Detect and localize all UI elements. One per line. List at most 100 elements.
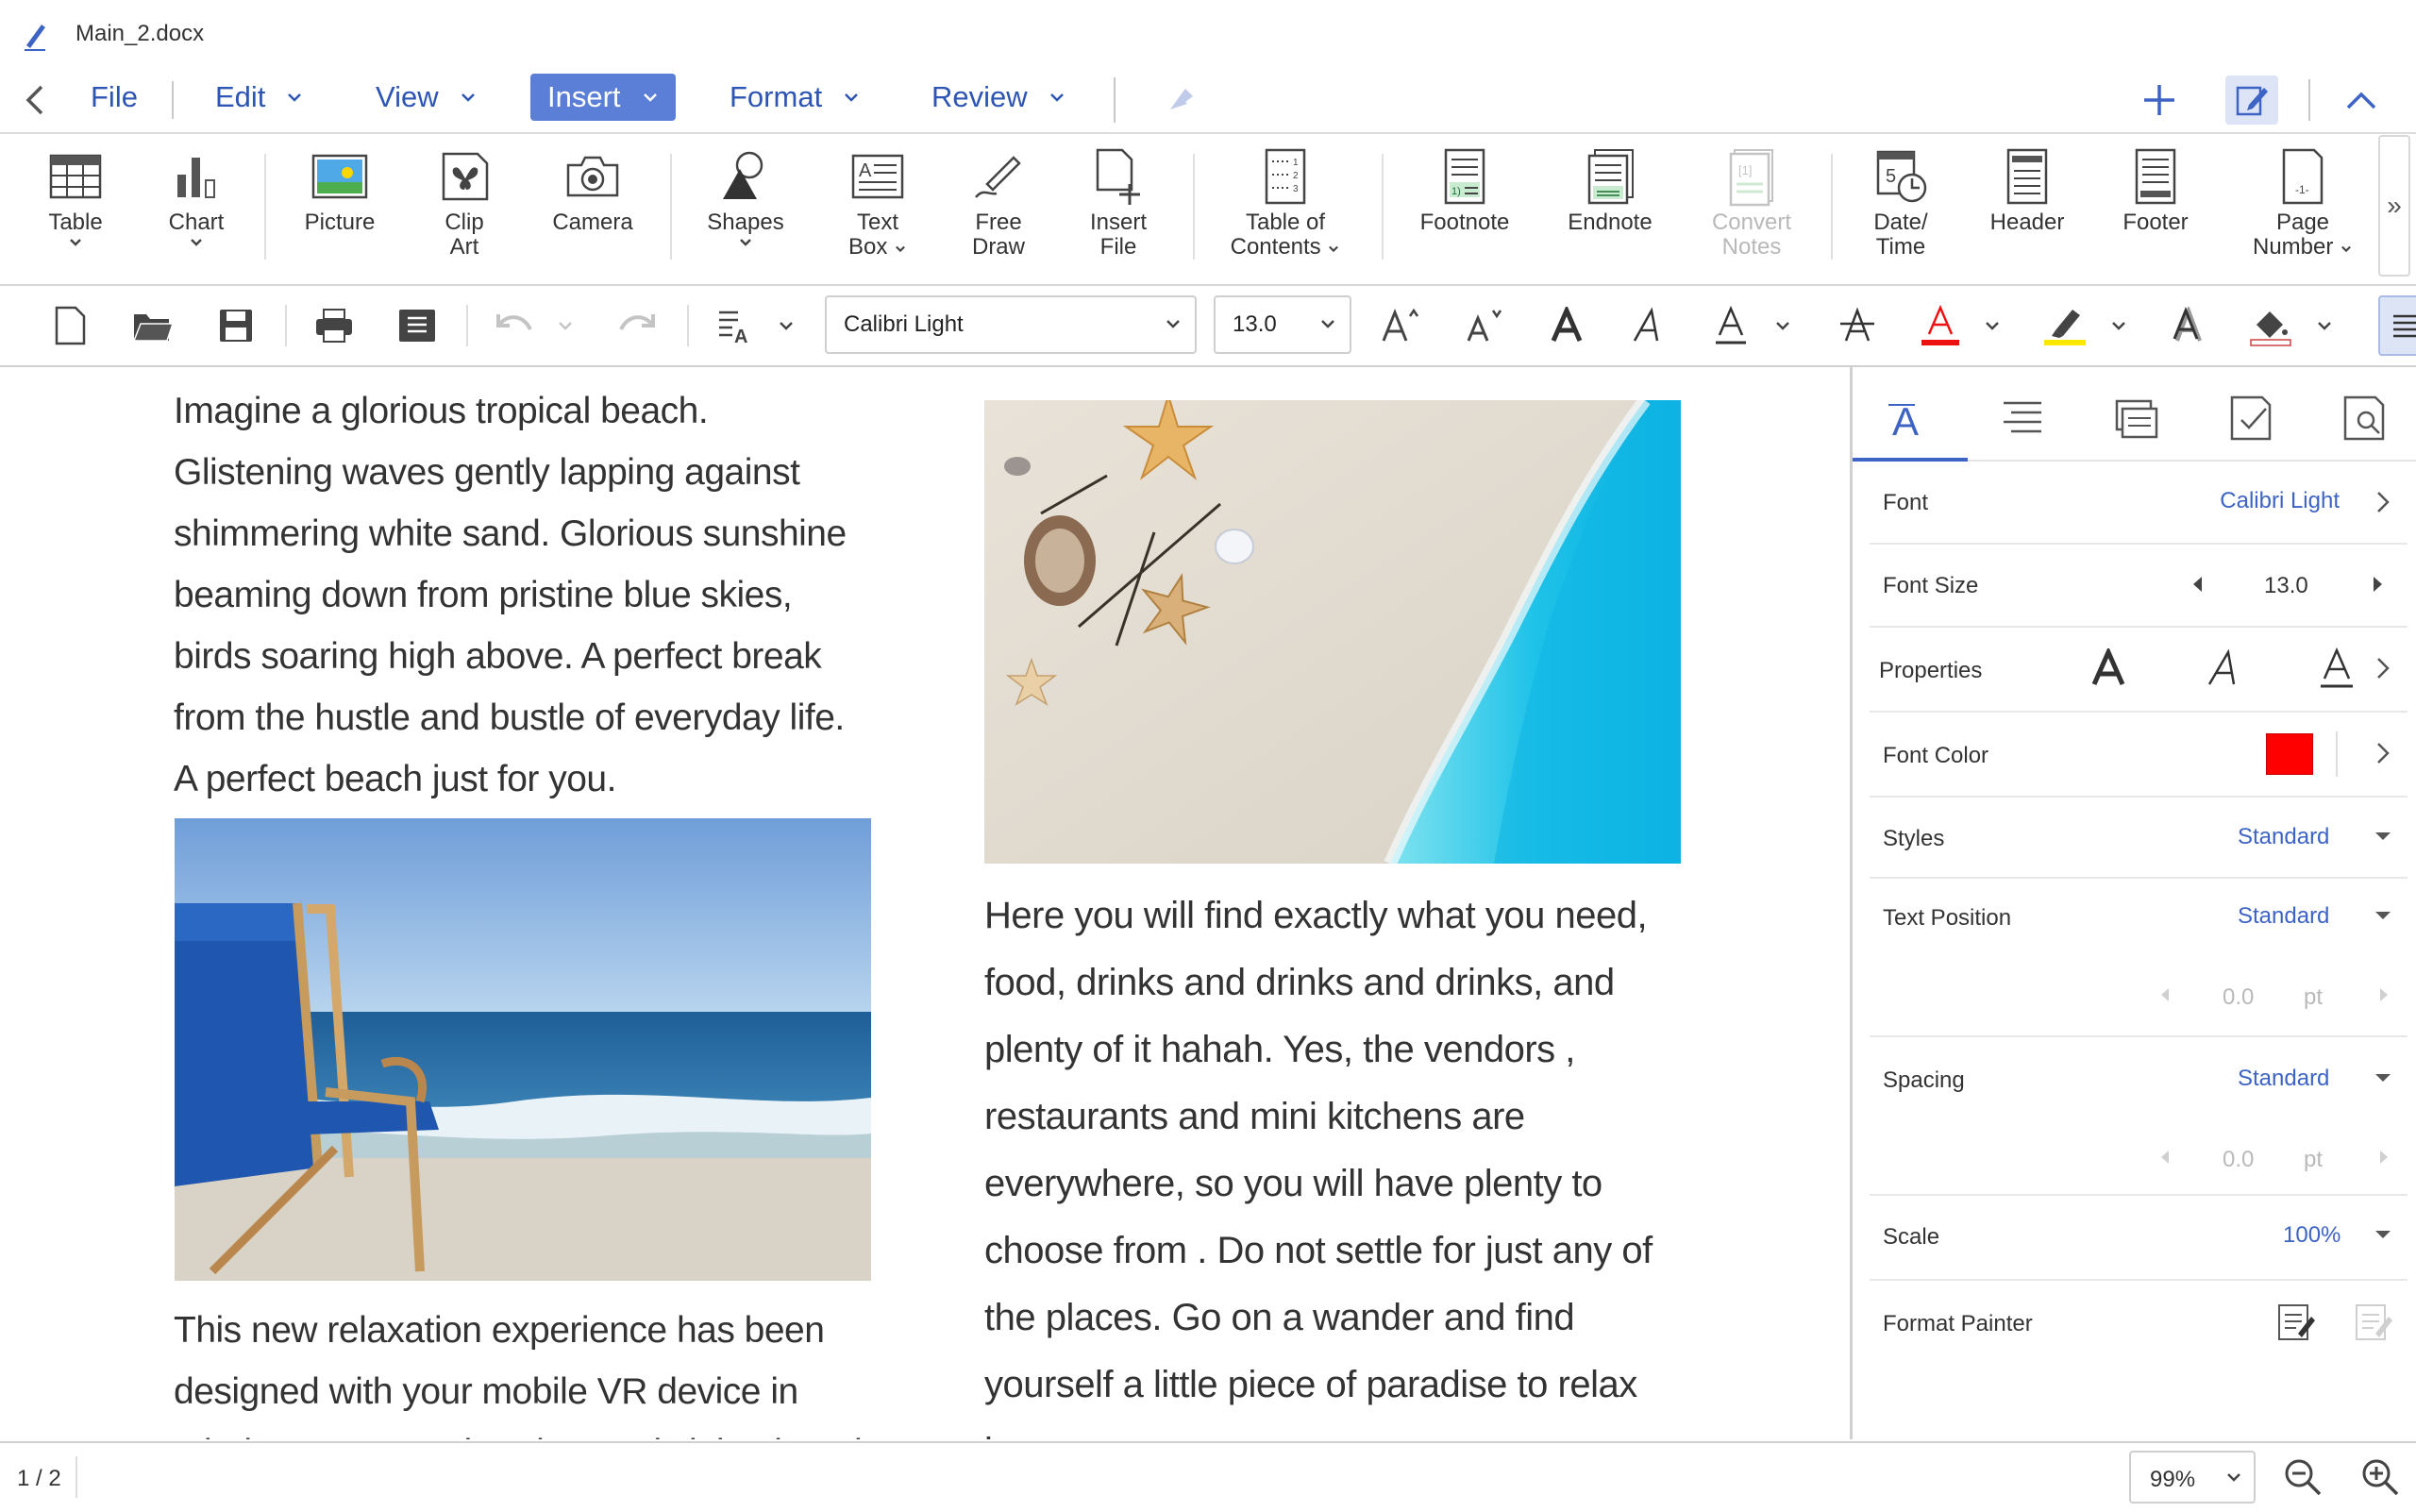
menu-file[interactable]: File	[91, 74, 138, 121]
new-document-button[interactable]	[43, 299, 96, 352]
font-size-value[interactable]: 13.0	[2264, 573, 2308, 599]
edit-mode-button[interactable]	[2225, 76, 2278, 125]
ribbon-more-button[interactable]: »	[2378, 135, 2410, 277]
font-color-swatch[interactable]	[2266, 733, 2313, 775]
insert-file-button[interactable]: Insert File	[1081, 146, 1156, 260]
menu-insert[interactable]: Insert	[530, 74, 676, 121]
increase-icon[interactable]	[2375, 984, 2392, 1005]
paragraph-tab-icon[interactable]	[1992, 388, 2053, 448]
font-size-select[interactable]: 13.0	[1214, 295, 1351, 354]
text-position-number: 0.0	[2223, 984, 2255, 1010]
zoom-in-icon[interactable]	[2359, 1456, 2401, 1498]
date-time-button[interactable]: 5 Date/ Time	[1863, 146, 1938, 260]
bold-icon[interactable]	[2089, 648, 2128, 688]
panel-toggle-button[interactable]	[2378, 295, 2416, 356]
free-draw-button[interactable]: Free Draw	[961, 146, 1036, 260]
insert-table-button[interactable]: Table	[42, 146, 109, 248]
insert-chart-button[interactable]: Chart	[162, 146, 230, 248]
scale-row[interactable]: Scale 100%	[1870, 1196, 2408, 1281]
bold-button[interactable]	[1540, 299, 1593, 352]
zoom-out-icon[interactable]	[2282, 1456, 2324, 1498]
beach-starfish-image[interactable]	[984, 400, 1681, 864]
insert-clip-art-button[interactable]: Clip Art	[430, 146, 498, 260]
spacing-value[interactable]: Standard	[2238, 1066, 2329, 1092]
chevron-right-icon[interactable]	[2372, 741, 2394, 765]
toc-label-1: Table of	[1245, 210, 1326, 235]
footer-button[interactable]: Footer	[2114, 146, 2197, 235]
highlight-button[interactable]	[2038, 299, 2091, 352]
beach-chair-image[interactable]	[175, 818, 871, 1281]
back-arrow-icon[interactable]	[17, 81, 55, 119]
convert-notes-button[interactable]: [1] Convert Notes	[1703, 146, 1801, 260]
underline-chevron-icon[interactable]	[1774, 320, 1791, 333]
insert-camera-button[interactable]: Camera	[549, 146, 636, 235]
font-family-select[interactable]: Calibri Light	[825, 295, 1197, 354]
font-row[interactable]: Font Calibri Light	[1870, 463, 2408, 545]
increase-icon[interactable]	[2375, 1147, 2392, 1168]
format-painter-apply-icon[interactable]	[2353, 1302, 2394, 1343]
zoom-select[interactable]: 99%	[2129, 1451, 2256, 1504]
menu-review-label: Review	[931, 80, 1028, 113]
insert-picture-button[interactable]: Picture	[302, 146, 378, 235]
table-of-contents-button[interactable]: 1 2 3 Table of Contents	[1227, 146, 1344, 260]
open-button[interactable]	[126, 299, 179, 352]
menu-view[interactable]: View	[376, 74, 477, 121]
header-button[interactable]: Header	[1986, 146, 2069, 235]
decrease-size-icon[interactable]	[2189, 573, 2207, 596]
dropdown-arrow-icon[interactable]	[2372, 907, 2394, 924]
fill-color-button[interactable]	[2244, 299, 2297, 352]
save-button[interactable]	[210, 299, 262, 352]
fill-color-chevron-icon[interactable]	[2316, 320, 2333, 333]
review-tab-icon[interactable]	[2221, 388, 2281, 448]
plus-icon[interactable]	[2140, 81, 2178, 119]
pin-icon[interactable]	[1163, 83, 1197, 117]
paragraph-vr[interactable]: This new relaxation experience has been …	[174, 1300, 872, 1439]
font-color-label: Font Color	[1883, 743, 1989, 768]
collapse-ribbon-icon[interactable]	[2342, 81, 2380, 119]
decrease-icon[interactable]	[2156, 984, 2173, 1005]
document-canvas[interactable]: Imagine a glorious tropical beach. Glist…	[0, 367, 1848, 1439]
text-position-value[interactable]: Standard	[2238, 903, 2329, 930]
text-effect-button[interactable]	[2161, 299, 2214, 352]
font-color-chevron-icon[interactable]	[1984, 320, 2001, 333]
italic-icon[interactable]	[2204, 648, 2243, 688]
menu-format[interactable]: Format	[730, 74, 860, 121]
page-view-button[interactable]	[391, 299, 444, 352]
decrease-icon[interactable]	[2156, 1147, 2173, 1168]
find-tab-icon[interactable]	[2334, 388, 2394, 448]
page-number-button[interactable]: -1- Page Number	[2250, 146, 2356, 260]
footnote-button[interactable]: 1) Footnote	[1416, 146, 1514, 235]
paragraph-intro[interactable]: Imagine a glorious tropical beach. Glist…	[174, 380, 872, 810]
paragraph-style-chevron-icon[interactable]	[778, 320, 795, 333]
undo-history-chevron-icon[interactable]	[557, 320, 574, 333]
dropdown-arrow-icon[interactable]	[2372, 1069, 2394, 1086]
increase-font-button[interactable]	[1374, 299, 1427, 352]
styles-row[interactable]: Styles Standard	[1870, 798, 2408, 879]
title-bar: Main_2.docx	[0, 0, 2416, 68]
insert-shapes-button[interactable]: Shapes	[702, 146, 789, 248]
highlight-chevron-icon[interactable]	[2110, 320, 2127, 333]
insert-text-box-button[interactable]: A Text Box	[840, 146, 915, 260]
paragraph-vendors[interactable]: Here you will find exactly what you need…	[984, 882, 1683, 1439]
chevron-right-icon[interactable]	[2372, 656, 2394, 680]
decrease-font-button[interactable]	[1457, 299, 1510, 352]
increase-size-icon[interactable]	[2368, 573, 2387, 596]
undo-button[interactable]	[489, 299, 542, 352]
folder-icon	[132, 314, 175, 342]
page-number-label-1: Page	[2275, 210, 2330, 235]
endnote-button[interactable]: Endnote	[1561, 146, 1659, 235]
font-tab-icon[interactable]: A	[1879, 388, 1939, 448]
menu-edit[interactable]: Edit	[215, 74, 303, 121]
menu-review[interactable]: Review	[931, 74, 1065, 121]
clip-art-icon	[442, 152, 489, 201]
strikethrough-button[interactable]	[1831, 299, 1884, 352]
redo-button[interactable]	[610, 299, 663, 352]
underline-icon[interactable]	[2317, 647, 2357, 690]
font-color-button[interactable]	[1914, 299, 1967, 352]
layout-tab-icon[interactable]	[2106, 388, 2166, 448]
format-painter-icon[interactable]	[2275, 1302, 2317, 1343]
italic-button[interactable]	[1621, 299, 1674, 352]
paragraph-style-button[interactable]: A	[708, 299, 761, 352]
print-button[interactable]	[308, 299, 361, 352]
underline-button[interactable]	[1704, 299, 1757, 352]
